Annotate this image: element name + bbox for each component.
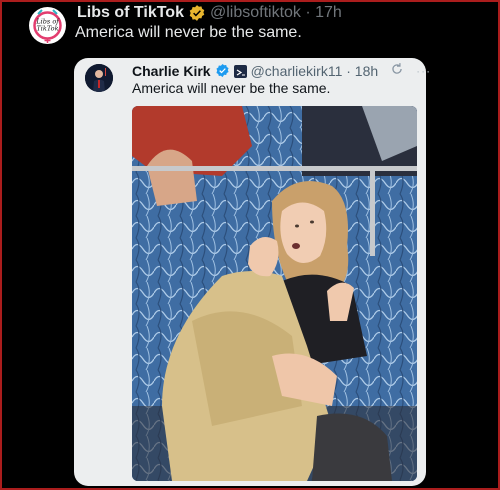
- more-icon[interactable]: ···: [416, 64, 431, 78]
- quoted-author-name[interactable]: Charlie Kirk: [132, 63, 211, 79]
- outer-tweet-header: Libs of TikTok @libsoftiktok · 17h: [77, 4, 342, 22]
- quoted-tweet-card[interactable]: Charlie Kirk @charliekirk11 · 18h ··· Am…: [74, 58, 430, 486]
- outer-avatar[interactable]: Libs of TikTok: [29, 7, 66, 44]
- quoted-tweet-header: Charlie Kirk @charliekirk11 · 18h ···: [132, 62, 431, 79]
- quoted-handle-time[interactable]: @charliekirk11 · 18h: [251, 63, 379, 79]
- flag-icon: [233, 65, 247, 78]
- outer-tweet-text: America will never be the same.: [75, 24, 302, 41]
- quoted-tweet-text: America will never be the same.: [132, 80, 331, 96]
- sync-icon[interactable]: [390, 62, 404, 79]
- verified-badge-icon: [215, 63, 230, 78]
- outer-handle-time[interactable]: @libsoftiktok · 17h: [210, 4, 342, 22]
- verified-badge-icon: [188, 4, 206, 22]
- libs-of-tiktok-logo: Libs of TikTok: [29, 7, 66, 44]
- tweet-media-image[interactable]: [132, 106, 417, 481]
- quoted-avatar[interactable]: [85, 64, 113, 92]
- app-frame: Libs of TikTok Libs of TikTok @libsoftik…: [0, 0, 500, 490]
- svg-text:TikTok: TikTok: [36, 25, 58, 33]
- avatar-image: [85, 64, 113, 92]
- outer-author-name[interactable]: Libs of TikTok: [77, 4, 184, 22]
- media-photo: [132, 106, 417, 481]
